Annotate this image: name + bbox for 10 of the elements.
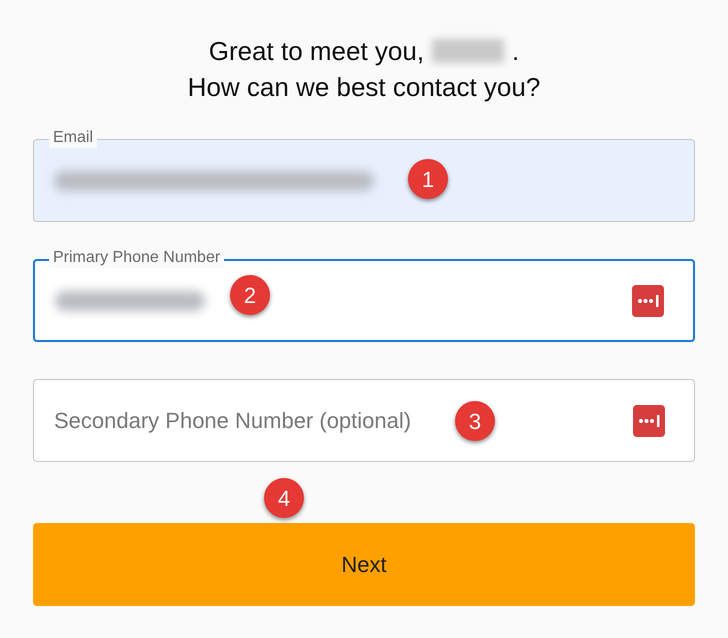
password-manager-icon[interactable] [632,284,664,316]
heading-text: . [512,35,520,68]
heading-text: Great to meet you, [208,35,424,68]
field-label: Email [49,128,98,148]
heading-text: How can we best contact you? [188,71,540,104]
field-label: Primary Phone Number [49,248,224,268]
callout-badge: 4 [264,478,304,518]
input-field[interactable]: Secondary Phone Number (optional) [54,404,434,437]
password-manager-icon[interactable] [633,404,665,436]
next-button[interactable]: Next [33,523,695,606]
